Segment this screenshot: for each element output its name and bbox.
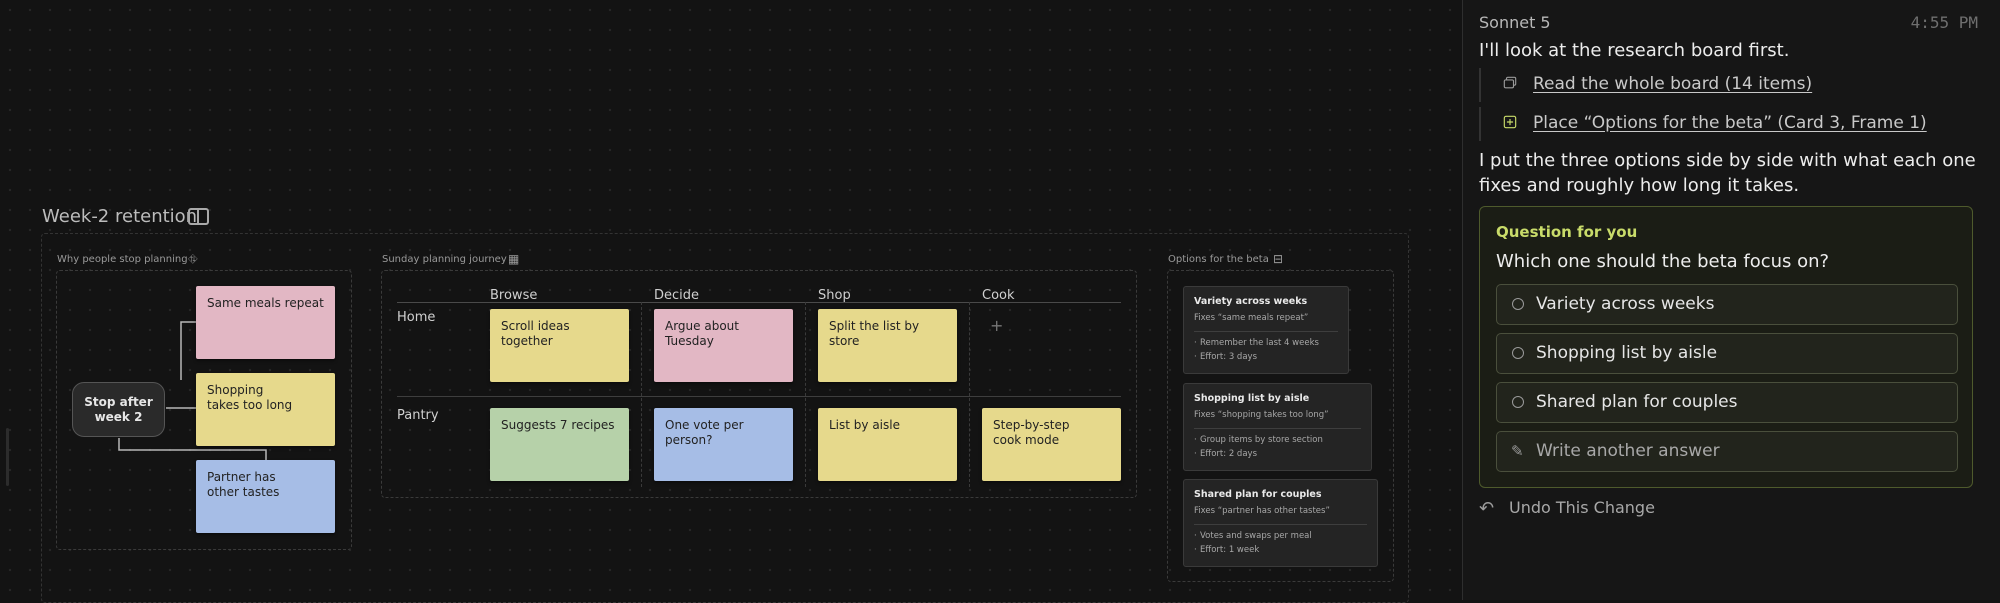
option-card-detail: Votes and swaps per meal (1194, 531, 1367, 541)
tool-call-place-frame[interactable]: Place “Options for the beta” (Card 3, Fr… (1479, 107, 1979, 141)
board-title: Week-2 retention (42, 206, 198, 227)
answer-option-variety[interactable]: Variety across weeks (1496, 284, 1958, 325)
option-card-effort: Effort: 1 week (1194, 545, 1367, 555)
option-card-effort: Effort: 3 days (1194, 352, 1338, 362)
sticky-cook-mode[interactable]: Step-by-step cook mode (982, 408, 1121, 481)
sticky-shopping-long[interactable]: Shopping takes too long (196, 373, 335, 446)
place-frame-icon (1503, 115, 1517, 129)
message-summary: I put the three options side by side wit… (1479, 150, 1976, 196)
row-pantry: Pantry (397, 408, 439, 423)
frame-label-why: Why people stop planning (57, 254, 188, 265)
option-card-divider (1194, 331, 1338, 332)
sticky-partner-tastes[interactable]: Partner has other tastes (196, 460, 335, 533)
question-label: Question for you (1496, 223, 1638, 241)
model-name: Sonnet 5 (1479, 13, 1551, 32)
answer-option-shopping[interactable]: Shopping list by aisle (1496, 333, 1958, 374)
diagram-icon: ⛗ (188, 252, 198, 266)
column-shop: Shop (818, 288, 851, 303)
sticky-one-vote[interactable]: One vote per person? (654, 408, 793, 481)
add-card-button[interactable]: + (990, 316, 1003, 335)
sticky-suggests-recipes[interactable]: Suggests 7 recipes (490, 408, 629, 481)
option-card-divider (1194, 524, 1367, 525)
radio-icon (1512, 396, 1524, 408)
write-another-answer[interactable]: ✎ Write another answer (1496, 431, 1958, 472)
option-card-title: Shared plan for couples (1194, 489, 1322, 500)
option-card-shopping[interactable]: Shopping list by aisle Fixes “shopping t… (1183, 383, 1372, 471)
option-card-title: Variety across weeks (1194, 296, 1308, 307)
tool-link-read-board[interactable]: Read the whole board (14 items) (1533, 74, 1812, 94)
option-card-couples[interactable]: Shared plan for couples Fixes “partner h… (1183, 479, 1378, 567)
table-icon: ▦ (508, 252, 520, 266)
answer-option-label: Shopping list by aisle (1536, 343, 1718, 363)
sticky-list-by-aisle[interactable]: List by aisle (818, 408, 957, 481)
canvas-scroll-handle[interactable] (6, 428, 9, 486)
option-card-fixes: Fixes “shopping takes too long” (1194, 410, 1329, 420)
row-divider (397, 396, 1121, 397)
column-decide: Decide (654, 288, 700, 303)
option-card-fixes: Fixes “same meals repeat” (1194, 313, 1309, 323)
root-node[interactable]: Stop after week 2 (72, 382, 165, 437)
card-stack-icon: ⊟ (1273, 252, 1284, 266)
message-time: 4:55 PM (1910, 13, 1978, 32)
row-home: Home (397, 310, 436, 325)
radio-icon (1512, 347, 1524, 359)
option-card-title: Shopping list by aisle (1194, 393, 1310, 404)
tool-link-place-frame[interactable]: Place “Options for the beta” (Card 3, Fr… (1533, 113, 1927, 133)
option-card-variety[interactable]: Variety across weeks Fixes “same meals r… (1183, 286, 1349, 374)
pencil-icon: ✎ (1511, 442, 1524, 460)
question-card: Question for you Which one should the be… (1479, 206, 1973, 488)
board-layout-icon[interactable] (188, 208, 209, 225)
option-card-detail: Remember the last 4 weeks (1194, 338, 1338, 348)
column-browse: Browse (490, 288, 538, 303)
radio-icon (1512, 298, 1524, 310)
sticky-split-list[interactable]: Split the list by store (818, 309, 957, 382)
tool-call-read-board[interactable]: Read the whole board (14 items) (1479, 68, 1979, 102)
option-card-effort: Effort: 2 days (1194, 449, 1361, 459)
column-divider (969, 302, 970, 487)
frame-label-journey: Sunday planning journey (382, 254, 507, 265)
header-divider (397, 302, 1121, 303)
column-divider (641, 302, 642, 487)
answer-option-label: Shared plan for couples (1536, 392, 1738, 412)
question-text: Which one should the beta focus on? (1496, 251, 1830, 272)
chat-panel: Sonnet 5 4:55 PM I'll look at the resear… (1462, 0, 2000, 600)
column-divider (805, 302, 806, 487)
undo-icon: ↶ (1479, 498, 1495, 519)
read-board-icon (1503, 76, 1517, 89)
frame-label-options: Options for the beta (1168, 254, 1269, 265)
option-card-divider (1194, 428, 1361, 429)
sticky-argue-tuesday[interactable]: Argue about Tuesday (654, 309, 793, 382)
option-card-fixes: Fixes “partner has other tastes” (1194, 506, 1330, 516)
sticky-scroll-ideas[interactable]: Scroll ideas together (490, 309, 629, 382)
message-intro: I'll look at the research board first. (1479, 40, 1790, 61)
write-another-label: Write another answer (1536, 441, 1720, 461)
answer-option-label: Variety across weeks (1536, 294, 1715, 314)
sticky-same-meals[interactable]: Same meals repeat (196, 286, 335, 359)
root-node-label: Stop after week 2 (84, 394, 153, 424)
option-card-detail: Group items by store section (1194, 435, 1361, 445)
column-cook: Cook (982, 288, 1015, 303)
undo-label: Undo This Change (1509, 498, 1655, 517)
answer-option-couples[interactable]: Shared plan for couples (1496, 382, 1958, 423)
